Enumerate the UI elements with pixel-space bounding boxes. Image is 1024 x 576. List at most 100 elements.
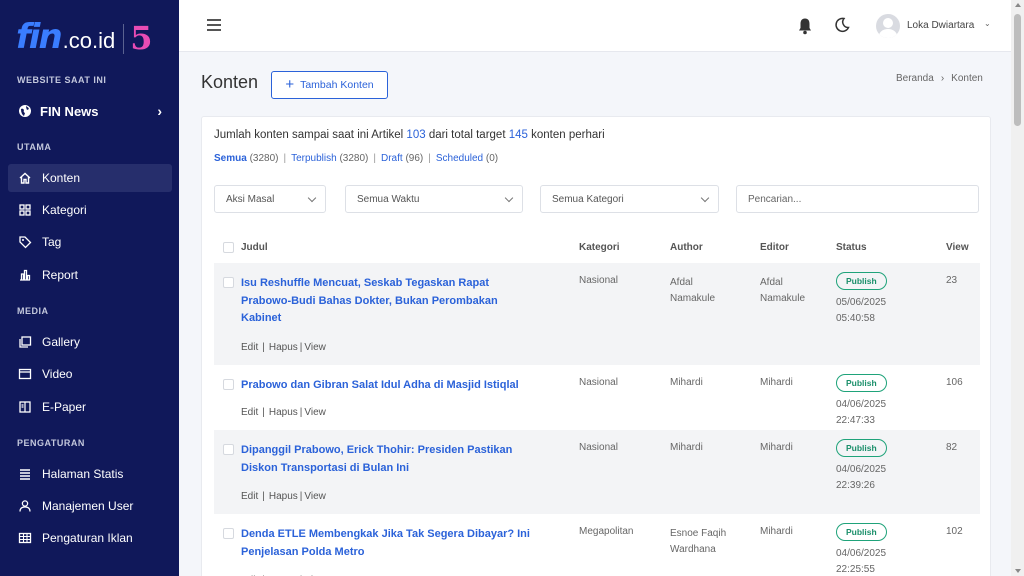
fin-logo[interactable]: fin .co.id 5: [16, 14, 153, 54]
col-editor[interactable]: Editor: [760, 231, 836, 263]
sidebar-item-epaper[interactable]: E-Paper: [8, 393, 172, 421]
article-title-link[interactable]: Dipanggil Prabowo, Erick Thohir: Preside…: [241, 442, 531, 477]
bulk-action-value: Aksi Masal: [226, 193, 275, 205]
cell-views: 102: [946, 526, 963, 537]
publish-time: 22:25:55: [836, 564, 875, 575]
cell-editor: Mihardi: [760, 430, 836, 514]
view-link[interactable]: View: [304, 342, 326, 353]
moon-icon[interactable]: [834, 17, 850, 38]
sidebar-item-konten[interactable]: Konten: [8, 164, 172, 192]
row-actions: Edit|Hapus|View: [241, 342, 579, 365]
tag-icon: [18, 235, 32, 249]
table-icon: [18, 531, 32, 545]
row-actions: Edit|Hapus|View: [241, 407, 579, 430]
chevron-down-icon: [307, 193, 317, 203]
bulk-action-select[interactable]: Aksi Masal: [214, 185, 326, 213]
filter-divider: |: [373, 153, 376, 164]
site-selector[interactable]: FIN News ›: [8, 97, 172, 125]
row-checkbox[interactable]: [223, 378, 234, 390]
page-title: Konten: [201, 72, 259, 92]
action-divider: |: [299, 407, 303, 418]
time-filter-select[interactable]: Semua Waktu: [345, 185, 523, 213]
username[interactable]: Loka Dwiartara: [907, 20, 974, 31]
category-filter-value: Semua Kategori: [552, 193, 624, 205]
add-content-button[interactable]: + Tambah Konten: [271, 71, 388, 99]
col-author[interactable]: Author: [670, 231, 760, 263]
sidebar-item-manajemen-user[interactable]: Manajemen User: [8, 492, 172, 520]
sidebar-item-label: Pengaturan Iklan: [42, 531, 133, 545]
status-filters: Semua (3280) | Terpublish (3280) | Draft (96…: [214, 153, 498, 164]
content-summary: Jumlah konten sampai saat ini Artikel 10…: [214, 129, 605, 141]
chevron-down-icon: [504, 193, 514, 203]
publish-date: 04/06/2025: [836, 548, 887, 559]
filter-draft-count: (96): [405, 153, 424, 164]
filter-draft[interactable]: Draft: [381, 153, 403, 164]
sidebar-item-video[interactable]: Video: [8, 360, 172, 388]
select-all-checkbox[interactable]: [223, 241, 234, 253]
content-table: Judul Kategori Author Editor Status View…: [214, 231, 980, 576]
cell-author: Mihardi: [670, 430, 760, 514]
plus-icon: +: [285, 76, 295, 93]
col-status[interactable]: Status: [836, 231, 946, 263]
sidebar-item-pengaturan-iklan[interactable]: Pengaturan Iklan: [8, 524, 172, 552]
logo-anniversary: 5: [130, 19, 153, 57]
breadcrumb-home[interactable]: Beranda: [896, 73, 934, 84]
scrollbar[interactable]: [1011, 0, 1024, 576]
cell-editor: Afdal Namakule: [760, 277, 806, 304]
status-badge: Publish: [836, 373, 887, 392]
col-view[interactable]: View: [946, 231, 980, 263]
search-input[interactable]: [736, 185, 979, 213]
article-title-link[interactable]: Prabowo dan Gibran Salat Idul Adha di Ma…: [241, 377, 551, 395]
scrollbar-thumb[interactable]: [1014, 14, 1021, 126]
publish-datetime: 04/06/2025 22:47:33: [836, 397, 946, 429]
section-media: MEDIA: [17, 306, 49, 316]
sidebar-item-label: Kategori: [42, 203, 87, 217]
add-content-label: Tambah Konten: [300, 79, 374, 91]
delete-link[interactable]: Hapus: [269, 491, 298, 502]
summary-suffix: konten perhari: [531, 129, 605, 141]
view-link[interactable]: View: [304, 407, 326, 418]
view-link[interactable]: View: [304, 491, 326, 502]
filter-semua[interactable]: Semua: [214, 153, 247, 164]
sidebar-item-tag[interactable]: Tag: [8, 228, 172, 256]
col-judul[interactable]: Judul: [241, 231, 579, 263]
filter-terpublish[interactable]: Terpublish: [291, 153, 337, 164]
sidebar-item-label: Report: [42, 268, 79, 282]
edit-link[interactable]: Edit: [241, 342, 258, 353]
publish-time: 22:47:33: [836, 414, 875, 426]
category-filter-select[interactable]: Semua Kategori: [540, 185, 719, 213]
row-checkbox[interactable]: [223, 277, 234, 288]
sidebar-item-halaman-statis[interactable]: Halaman Statis: [8, 460, 172, 488]
sidebar: fin .co.id 5 WEBSITE SAAT INI FIN News ›…: [0, 0, 179, 576]
article-title-link[interactable]: Denda ETLE Membengkak Jika Tak Segera Di…: [241, 526, 531, 561]
breadcrumb-separator-icon: ›: [940, 73, 945, 84]
sidebar-item-label: Video: [42, 367, 73, 381]
scroll-down-icon[interactable]: [1015, 569, 1021, 573]
sidebar-item-kategori[interactable]: Kategori: [8, 196, 172, 224]
bell-icon[interactable]: [797, 17, 813, 40]
publish-date: 04/06/2025: [836, 464, 887, 475]
publish-datetime: 04/06/2025 22:25:55: [836, 546, 946, 576]
sidebar-item-report[interactable]: Report: [8, 261, 172, 289]
filter-terpublish-count: (3280): [339, 153, 369, 164]
row-checkbox[interactable]: [223, 444, 234, 455]
cell-views: 106: [946, 376, 963, 388]
publish-datetime: 05/06/2025 05:40:58: [836, 295, 946, 327]
cell-kategori: Megapolitan: [579, 526, 634, 537]
article-title-link[interactable]: Isu Reshuffle Mencuat, Seskab Tegaskan R…: [241, 275, 531, 328]
avatar[interactable]: [876, 14, 900, 38]
filter-scheduled[interactable]: Scheduled: [436, 153, 483, 164]
delete-link[interactable]: Hapus: [269, 407, 298, 418]
cell-editor: Mihardi: [760, 376, 793, 388]
row-checkbox[interactable]: [223, 528, 234, 539]
edit-link[interactable]: Edit: [241, 491, 258, 502]
sidebar-item-gallery[interactable]: Gallery: [8, 328, 172, 356]
menu-toggle-icon[interactable]: [207, 19, 221, 31]
edit-link[interactable]: Edit: [241, 407, 258, 418]
summary-count: 103: [406, 129, 426, 141]
chevron-down-icon[interactable]: ⌄: [984, 19, 991, 28]
sidebar-item-label: Tag: [42, 235, 62, 249]
delete-link[interactable]: Hapus: [269, 342, 298, 353]
col-kategori[interactable]: Kategori: [579, 231, 670, 263]
scroll-up-icon[interactable]: [1015, 3, 1021, 7]
